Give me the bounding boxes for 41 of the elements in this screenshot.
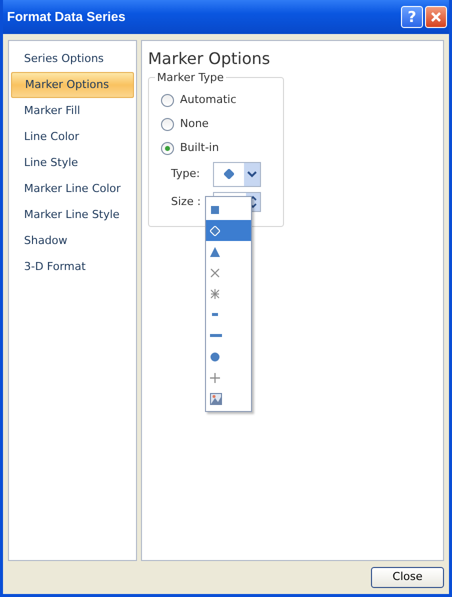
diamond-marker-icon (210, 226, 220, 236)
radio-label: None (180, 116, 209, 132)
sidebar-item[interactable]: Marker Line Color (11, 176, 134, 202)
marker-option[interactable] (206, 241, 251, 262)
plus-marker-icon (210, 372, 220, 382)
circle-marker-icon (210, 352, 220, 362)
sidebar-item[interactable]: Line Color (11, 124, 134, 150)
close-button[interactable] (425, 6, 447, 28)
star-marker-icon (210, 288, 220, 298)
up-down-arrows-icon (249, 195, 257, 209)
type-dropdown[interactable] (213, 162, 261, 186)
sidebar-item[interactable]: Shadow (11, 228, 134, 254)
square-marker-icon (210, 204, 220, 214)
close-icon (430, 11, 442, 23)
sidebar-item[interactable]: Marker Fill (11, 98, 134, 124)
radio-label: Automatic (180, 92, 236, 108)
marker-option[interactable] (206, 199, 251, 220)
size-label: Size : (171, 194, 202, 210)
long-dash-marker-icon (210, 334, 222, 338)
short-dash-marker-icon (210, 312, 220, 316)
picture-marker-icon (210, 392, 222, 404)
radio-button[interactable] (161, 142, 174, 154)
marker-option[interactable] (206, 388, 251, 409)
window-title: Format Data Series (7, 8, 126, 26)
group-legend: Marker Type (155, 70, 226, 86)
sidebar-item[interactable]: Line Style (11, 150, 134, 176)
sidebar-item[interactable]: 3-D Format (11, 254, 134, 280)
radio-button[interactable] (161, 94, 174, 106)
sidebar-item[interactable]: Marker Options (11, 72, 134, 98)
sidebar-item[interactable]: Series Options (11, 46, 134, 72)
sidebar-item[interactable]: Marker Line Style (11, 202, 134, 228)
type-label: Type: (171, 166, 201, 182)
marker-option[interactable] (206, 220, 251, 241)
x-marker-icon (210, 268, 220, 278)
diamond-marker-icon (224, 169, 234, 179)
radio-label: Built-in (180, 140, 219, 156)
close-button[interactable]: Close (371, 567, 444, 588)
radio-button[interactable] (161, 118, 174, 130)
panel-title: Marker Options (148, 49, 272, 69)
triangle-marker-icon (210, 246, 220, 256)
chevron-down-icon (247, 170, 257, 178)
